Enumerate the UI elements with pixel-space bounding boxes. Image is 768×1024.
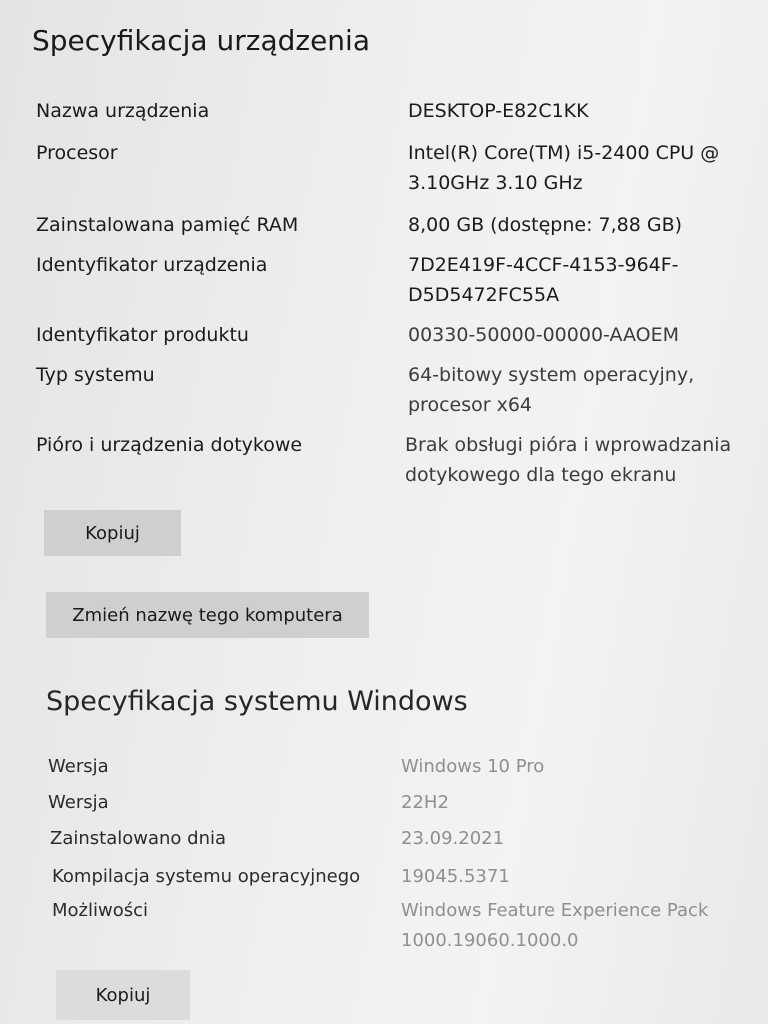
experience-value: Windows Feature Experience Pack 1000.190… [401, 900, 709, 951]
os-build-value: 19045.5371 [401, 866, 510, 887]
processor-label: Procesor [36, 142, 118, 164]
version-label: Wersja [48, 792, 109, 813]
version-value: 22H2 [401, 792, 449, 813]
copy-windows-spec-button[interactable]: Kopiuj [56, 970, 190, 1020]
copy-device-spec-button[interactable]: Kopiuj [44, 510, 181, 556]
device-id-label: Identyfikator urządzenia [36, 254, 268, 276]
device-name-value: DESKTOP-E82C1KK [408, 100, 589, 122]
system-type-label: Typ systemu [36, 364, 155, 386]
device-name-label: Nazwa urządzenia [36, 100, 210, 122]
experience-label: Możliwości [52, 900, 149, 921]
installed-on-value: 23.09.2021 [401, 828, 505, 849]
device-spec-title: Specyfikacja urządzenia [32, 24, 370, 57]
os-build-label: Kompilacja systemu operacyjnego [52, 866, 361, 887]
edition-label: Wersja [48, 756, 109, 777]
product-id-label: Identyfikator produktu [36, 324, 249, 346]
settings-about-page: Specyfikacja urządzenia Nazwa urządzenia… [0, 0, 768, 1024]
processor-value: Intel(R) Core(TM) i5-2400 CPU @ 3.10GHz … [408, 142, 720, 194]
ram-label: Zainstalowana pamięć RAM [36, 214, 299, 236]
edition-value: Windows 10 Pro [401, 756, 545, 777]
pen-touch-label: Pióro i urządzenia dotykowe [36, 434, 303, 456]
installed-on-label: Zainstalowano dnia [50, 828, 227, 849]
rename-pc-button[interactable]: Zmień nazwę tego komputera [46, 592, 369, 638]
ram-value: 8,00 GB (dostępne: 7,88 GB) [408, 214, 683, 236]
product-id-value: 00330-50000-00000-AAOEM [408, 324, 680, 346]
windows-spec-title: Specyfikacja systemu Windows [46, 686, 468, 717]
device-id-value: 7D2E419F-4CCF-4153-964F-D5D5472FC55A [408, 254, 679, 306]
system-type-value: 64-bitowy system operacyjny, procesor x6… [408, 364, 695, 416]
pen-touch-value: Brak obsługi pióra i wprowadzania dotyko… [405, 434, 732, 486]
